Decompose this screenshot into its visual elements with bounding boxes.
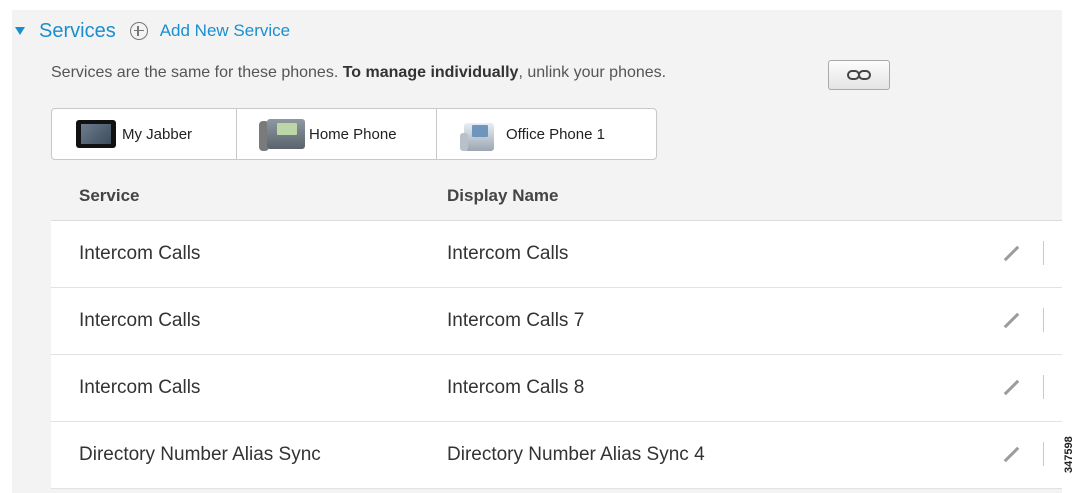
service-cell: Directory Number Alias Sync — [79, 444, 321, 465]
desk-phone-icon — [259, 117, 305, 151]
table-header: Service Display Name — [51, 172, 1062, 221]
figure-id: 347598 — [1063, 436, 1075, 474]
device-tab-label: Office Phone 1 — [506, 125, 605, 143]
service-cell: Intercom Calls — [79, 243, 201, 264]
services-table: Service Display Name Intercom Calls Inte… — [51, 172, 1062, 489]
device-tab-label: My Jabber — [122, 125, 193, 143]
table-row[interactable]: Directory Number Alias Sync Directory Nu… — [51, 422, 1062, 489]
add-new-service-link[interactable]: Add New Service — [160, 21, 290, 41]
edit-pencil-icon[interactable] — [1003, 379, 1021, 397]
row-action-divider — [1043, 375, 1044, 399]
link-icon — [844, 69, 874, 81]
row-action-divider — [1043, 308, 1044, 332]
unlink-phones-button[interactable] — [828, 60, 890, 90]
edit-pencil-icon[interactable] — [1003, 312, 1021, 330]
edit-pencil-icon[interactable] — [1003, 245, 1021, 263]
service-cell: Intercom Calls — [79, 310, 201, 331]
section-title[interactable]: Services — [39, 20, 116, 43]
column-header-service[interactable]: Service — [79, 186, 140, 206]
ip-phone-icon — [460, 117, 496, 151]
device-tab-home-phone[interactable]: Home Phone — [236, 108, 437, 160]
row-action-divider — [1043, 442, 1044, 466]
shared-services-notice: Services are the same for these phones. … — [51, 64, 666, 82]
display-name-cell: Directory Number Alias Sync 4 — [447, 444, 705, 465]
column-header-display-name[interactable]: Display Name — [447, 186, 559, 206]
notice-emphasis: To manage individually — [342, 64, 519, 81]
device-tabs: My Jabber Home Phone Office Phone 1 — [51, 108, 657, 160]
edit-pencil-icon[interactable] — [1003, 446, 1021, 464]
display-name-cell: Intercom Calls 8 — [447, 377, 585, 398]
services-header: Services Add New Service — [12, 18, 290, 44]
notice-text: Services are the same for these phones. — [51, 64, 343, 81]
device-tab-label: Home Phone — [309, 125, 397, 143]
service-cell: Intercom Calls — [79, 377, 201, 398]
device-tab-office-phone-1[interactable]: Office Phone 1 — [436, 108, 657, 160]
row-action-divider — [1043, 241, 1044, 265]
table-row[interactable]: Intercom Calls Intercom Calls 8 — [51, 355, 1062, 422]
device-tab-my-jabber[interactable]: My Jabber — [51, 108, 237, 160]
collapse-arrow-icon[interactable] — [15, 27, 25, 35]
table-row[interactable]: Intercom Calls Intercom Calls — [51, 221, 1062, 288]
display-name-cell: Intercom Calls 7 — [447, 310, 585, 331]
display-name-cell: Intercom Calls — [447, 243, 569, 264]
services-panel: Services Add New Service Services are th… — [0, 0, 1062, 493]
add-circle-icon[interactable] — [129, 22, 148, 40]
notice-text-end: , unlink your phones. — [518, 64, 667, 81]
tablet-icon — [76, 120, 116, 148]
table-row[interactable]: Intercom Calls Intercom Calls 7 — [51, 288, 1062, 355]
